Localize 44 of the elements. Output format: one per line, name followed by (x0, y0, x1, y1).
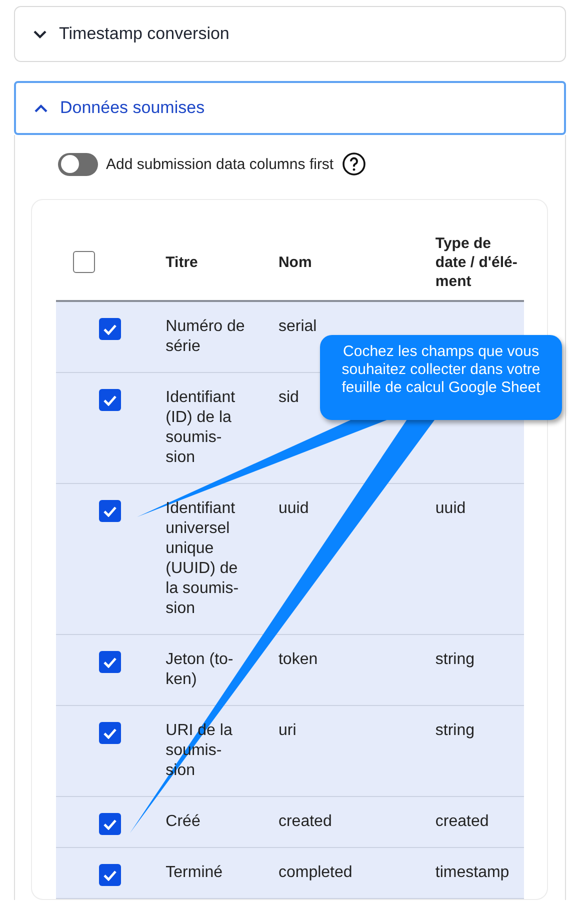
field-type: timestamp (435, 864, 510, 881)
row-checkbox[interactable] (99, 813, 121, 835)
row-checkbox[interactable] (99, 864, 121, 886)
row-checkbox[interactable] (99, 651, 121, 673)
row-checkbox[interactable] (99, 722, 121, 744)
field-title: Terminé (166, 863, 224, 883)
field-name: serial (278, 318, 317, 335)
column-header: Nom (278, 252, 313, 272)
checkmark-icon (103, 394, 117, 406)
toggle-switch[interactable] (58, 152, 98, 176)
field-type: string (435, 722, 475, 739)
select-all-checkbox[interactable] (73, 251, 95, 273)
field-type: created (435, 813, 489, 830)
column-header: Type de date / d'élé-ment (435, 234, 518, 290)
callout-text: Cochez les champs que vous souhaitez collecter dans votre feuille de calcul Google Sheet (320, 335, 562, 420)
column-header: Titre (166, 252, 199, 272)
checkmark-icon (103, 728, 117, 738)
checkmark-icon (103, 324, 117, 334)
accordion-header[interactable]: Timestamp conversion (14, 6, 566, 62)
field-name: token (278, 651, 318, 668)
field-type: uuid (435, 500, 466, 517)
row-checkbox[interactable] (99, 500, 121, 522)
chevron-up-icon (34, 104, 48, 112)
field-title: Numéro de série (166, 317, 246, 357)
field-title: Identifiant (ID) de la soumis-sion (166, 388, 236, 468)
chevron-down-icon (33, 30, 47, 38)
accordion-header[interactable]: Données soumises (14, 81, 566, 135)
checkmark-icon (103, 656, 117, 668)
help-icon[interactable] (342, 152, 366, 176)
field-type: string (435, 651, 475, 668)
checkmark-icon (103, 870, 117, 880)
field-name: sid (278, 389, 299, 406)
field-title: Créé (166, 812, 202, 832)
checkmark-icon (103, 818, 117, 830)
field-name: completed (278, 864, 352, 881)
field-title: Identifiant universel unique (UUID) de la soumis-sion (166, 499, 240, 619)
toggle-label: Add submission data columns first (106, 156, 334, 172)
row-checkbox[interactable] (99, 389, 121, 411)
field-title: Jeton (to-ken) (166, 650, 234, 690)
field-name: created (278, 813, 332, 830)
field-name: uri (278, 722, 296, 739)
row-checkbox[interactable] (99, 318, 121, 340)
field-name: uuid (278, 500, 309, 517)
checkmark-icon (103, 506, 117, 516)
